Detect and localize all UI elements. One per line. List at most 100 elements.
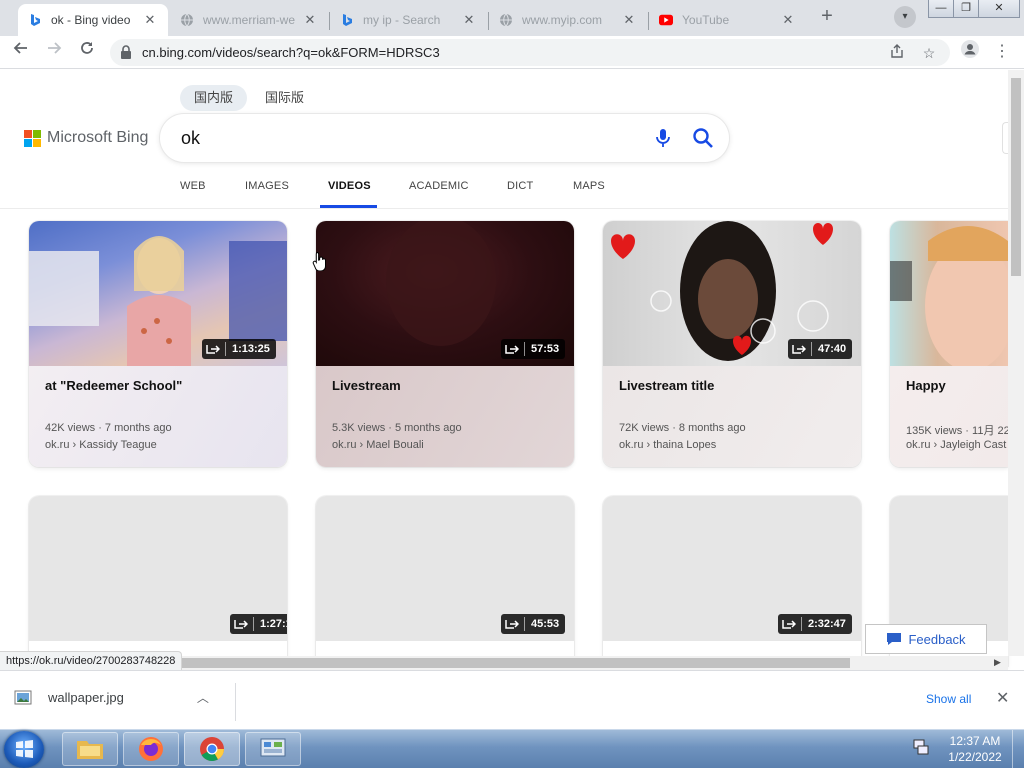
clock-date: 1/22/2022 [948, 750, 1002, 764]
bing-logo[interactable]: Microsoft Bing [24, 129, 148, 147]
search-box[interactable]: ok [160, 114, 729, 162]
tab-search-button[interactable]: ▾ [894, 6, 916, 28]
scope-dict[interactable]: DICT [507, 180, 533, 192]
video-card[interactable]: Happy 135K views · 11月 22 ok.ru › Jaylei… [890, 221, 1008, 467]
video-source[interactable]: ok.ru › Mael Bouali [332, 439, 424, 451]
profile-avatar-icon[interactable] [958, 40, 982, 64]
globe-icon [499, 13, 513, 27]
share-arrow-icon[interactable] [234, 617, 254, 631]
close-download-shelf-icon[interactable]: ✕ [996, 688, 1009, 708]
video-source[interactable]: ok.ru › thaina Lopes [619, 439, 716, 451]
video-thumbnail[interactable] [890, 221, 1008, 371]
chrome-taskbar-button[interactable] [184, 732, 240, 766]
tab-title: www.merriam-we [203, 13, 296, 27]
maximize-button[interactable]: ❐ [953, 0, 979, 18]
chevron-up-icon[interactable]: ︿ [197, 689, 209, 706]
feedback-button[interactable]: Feedback [865, 624, 987, 654]
download-item[interactable]: wallpaper.jpg ︿ [14, 689, 209, 706]
video-views: 135K views · 11月 22 [906, 425, 1008, 437]
video-views: 5.3K views · 5 months ago [332, 422, 462, 434]
download-separator [235, 683, 236, 721]
close-icon[interactable]: ✕ [780, 12, 796, 28]
scope-maps[interactable]: MAPS [573, 180, 605, 192]
tab-title: my ip - Search [363, 13, 441, 27]
tab-bing-video[interactable]: ok - Bing video ✕ [18, 4, 168, 36]
minimize-button[interactable]: — [928, 0, 954, 18]
video-views: 72K views · 8 months ago [619, 422, 746, 434]
vertical-scrollbar[interactable] [1008, 70, 1024, 656]
scroll-right-arrow-icon[interactable]: ▶ [994, 657, 1001, 668]
scope-web[interactable]: WEB [180, 180, 206, 192]
scope-images[interactable]: IMAGES [245, 180, 289, 192]
share-arrow-icon[interactable] [782, 617, 802, 631]
scope-academic[interactable]: ACADEMIC [409, 180, 469, 192]
video-card[interactable]: 2:32:47 [603, 496, 861, 666]
globe-icon [180, 13, 194, 27]
close-icon[interactable]: ✕ [302, 12, 318, 28]
search-input[interactable]: ok [181, 128, 200, 149]
video-card[interactable]: 45:53 [316, 496, 574, 666]
share-arrow-icon[interactable] [505, 342, 525, 356]
region-domestic[interactable]: 国内版 [180, 85, 248, 111]
duration-badge: 2:32:47 [778, 614, 852, 634]
forward-arrow-icon[interactable] [42, 40, 66, 64]
network-tray-icon[interactable] [912, 738, 930, 761]
scope-videos[interactable]: VIDEOS [328, 180, 371, 192]
close-icon[interactable]: ✕ [142, 12, 158, 28]
reload-icon[interactable] [75, 40, 99, 64]
explorer-taskbar-button[interactable] [62, 732, 118, 766]
tab-my-ip-search[interactable]: my ip - Search ✕ [330, 4, 487, 36]
video-source[interactable]: ok.ru › Jayleigh Cast [906, 439, 1006, 451]
tab-myip[interactable]: www.myip.com ✕ [489, 4, 647, 36]
share-arrow-icon[interactable] [206, 342, 226, 356]
more-menu-icon[interactable]: ⋮ [990, 40, 1014, 64]
duration-badge: 57:53 [501, 339, 566, 359]
duration-text: 2:32:47 [808, 618, 846, 630]
microphone-icon[interactable] [654, 127, 672, 154]
share-icon[interactable] [886, 42, 908, 64]
close-window-button[interactable]: ✕ [978, 0, 1020, 18]
system-clock[interactable]: 12:37 AM 1/22/2022 [940, 733, 1010, 765]
tab-merriam-webster[interactable]: www.merriam-we ✕ [170, 4, 328, 36]
address-bar[interactable]: cn.bing.com/videos/search?q=ok&FORM=HDRS… [110, 39, 950, 66]
hand-cursor-icon [312, 251, 326, 271]
region-international[interactable]: 国际版 [251, 85, 318, 111]
video-source[interactable]: ok.ru › Kassidy Teague [45, 439, 157, 451]
logo-text: Microsoft Bing [47, 129, 149, 146]
back-arrow-icon[interactable] [9, 40, 33, 64]
control-panel-taskbar-button[interactable] [245, 732, 301, 766]
video-card[interactable]: 1:27:10 [29, 496, 287, 666]
video-title[interactable]: Livestream [332, 378, 401, 393]
show-all-button[interactable]: Show all [926, 692, 971, 706]
video-card[interactable]: 1:13:25 at "Redeemer School" 42K views ·… [29, 221, 287, 467]
video-thumbnail-placeholder[interactable] [890, 496, 1008, 641]
firefox-taskbar-button[interactable] [123, 732, 179, 766]
start-button[interactable] [4, 731, 44, 768]
share-arrow-icon[interactable] [792, 342, 812, 356]
microsoft-logo-icon [24, 129, 41, 147]
duration-text: 1:27:10 [260, 618, 287, 630]
show-desktop-button[interactable] [1012, 730, 1024, 768]
firefox-icon [139, 737, 163, 761]
video-card[interactable]: 57:53 Livestream 5.3K views · 5 months a… [316, 221, 574, 467]
video-card[interactable]: 47:40 Livestream title 72K views · 8 mon… [603, 221, 861, 467]
duration-badge: 1:27:10 [230, 614, 287, 634]
url-text: cn.bing.com/videos/search?q=ok&FORM=HDRS… [142, 45, 440, 60]
search-icon[interactable] [692, 127, 714, 154]
bookmark-star-icon[interactable]: ☆ [918, 42, 940, 64]
youtube-icon [659, 13, 673, 27]
horizontal-scroll-thumb[interactable] [150, 658, 850, 668]
close-icon[interactable]: ✕ [621, 12, 637, 28]
taskbar: 12:37 AM 1/22/2022 [0, 729, 1024, 768]
video-title[interactable]: at "Redeemer School" [45, 378, 182, 393]
duration-badge: 1:13:25 [202, 339, 276, 359]
close-icon[interactable]: ✕ [461, 12, 477, 28]
share-arrow-icon[interactable] [505, 617, 525, 631]
video-title[interactable]: Livestream title [619, 378, 714, 393]
video-title[interactable]: Happy [906, 378, 946, 393]
tab-youtube[interactable]: YouTube ✕ [649, 4, 806, 36]
bing-icon [340, 13, 354, 27]
vertical-scroll-thumb[interactable] [1011, 78, 1021, 276]
folder-icon [77, 741, 103, 759]
new-tab-button[interactable]: + [815, 5, 839, 29]
